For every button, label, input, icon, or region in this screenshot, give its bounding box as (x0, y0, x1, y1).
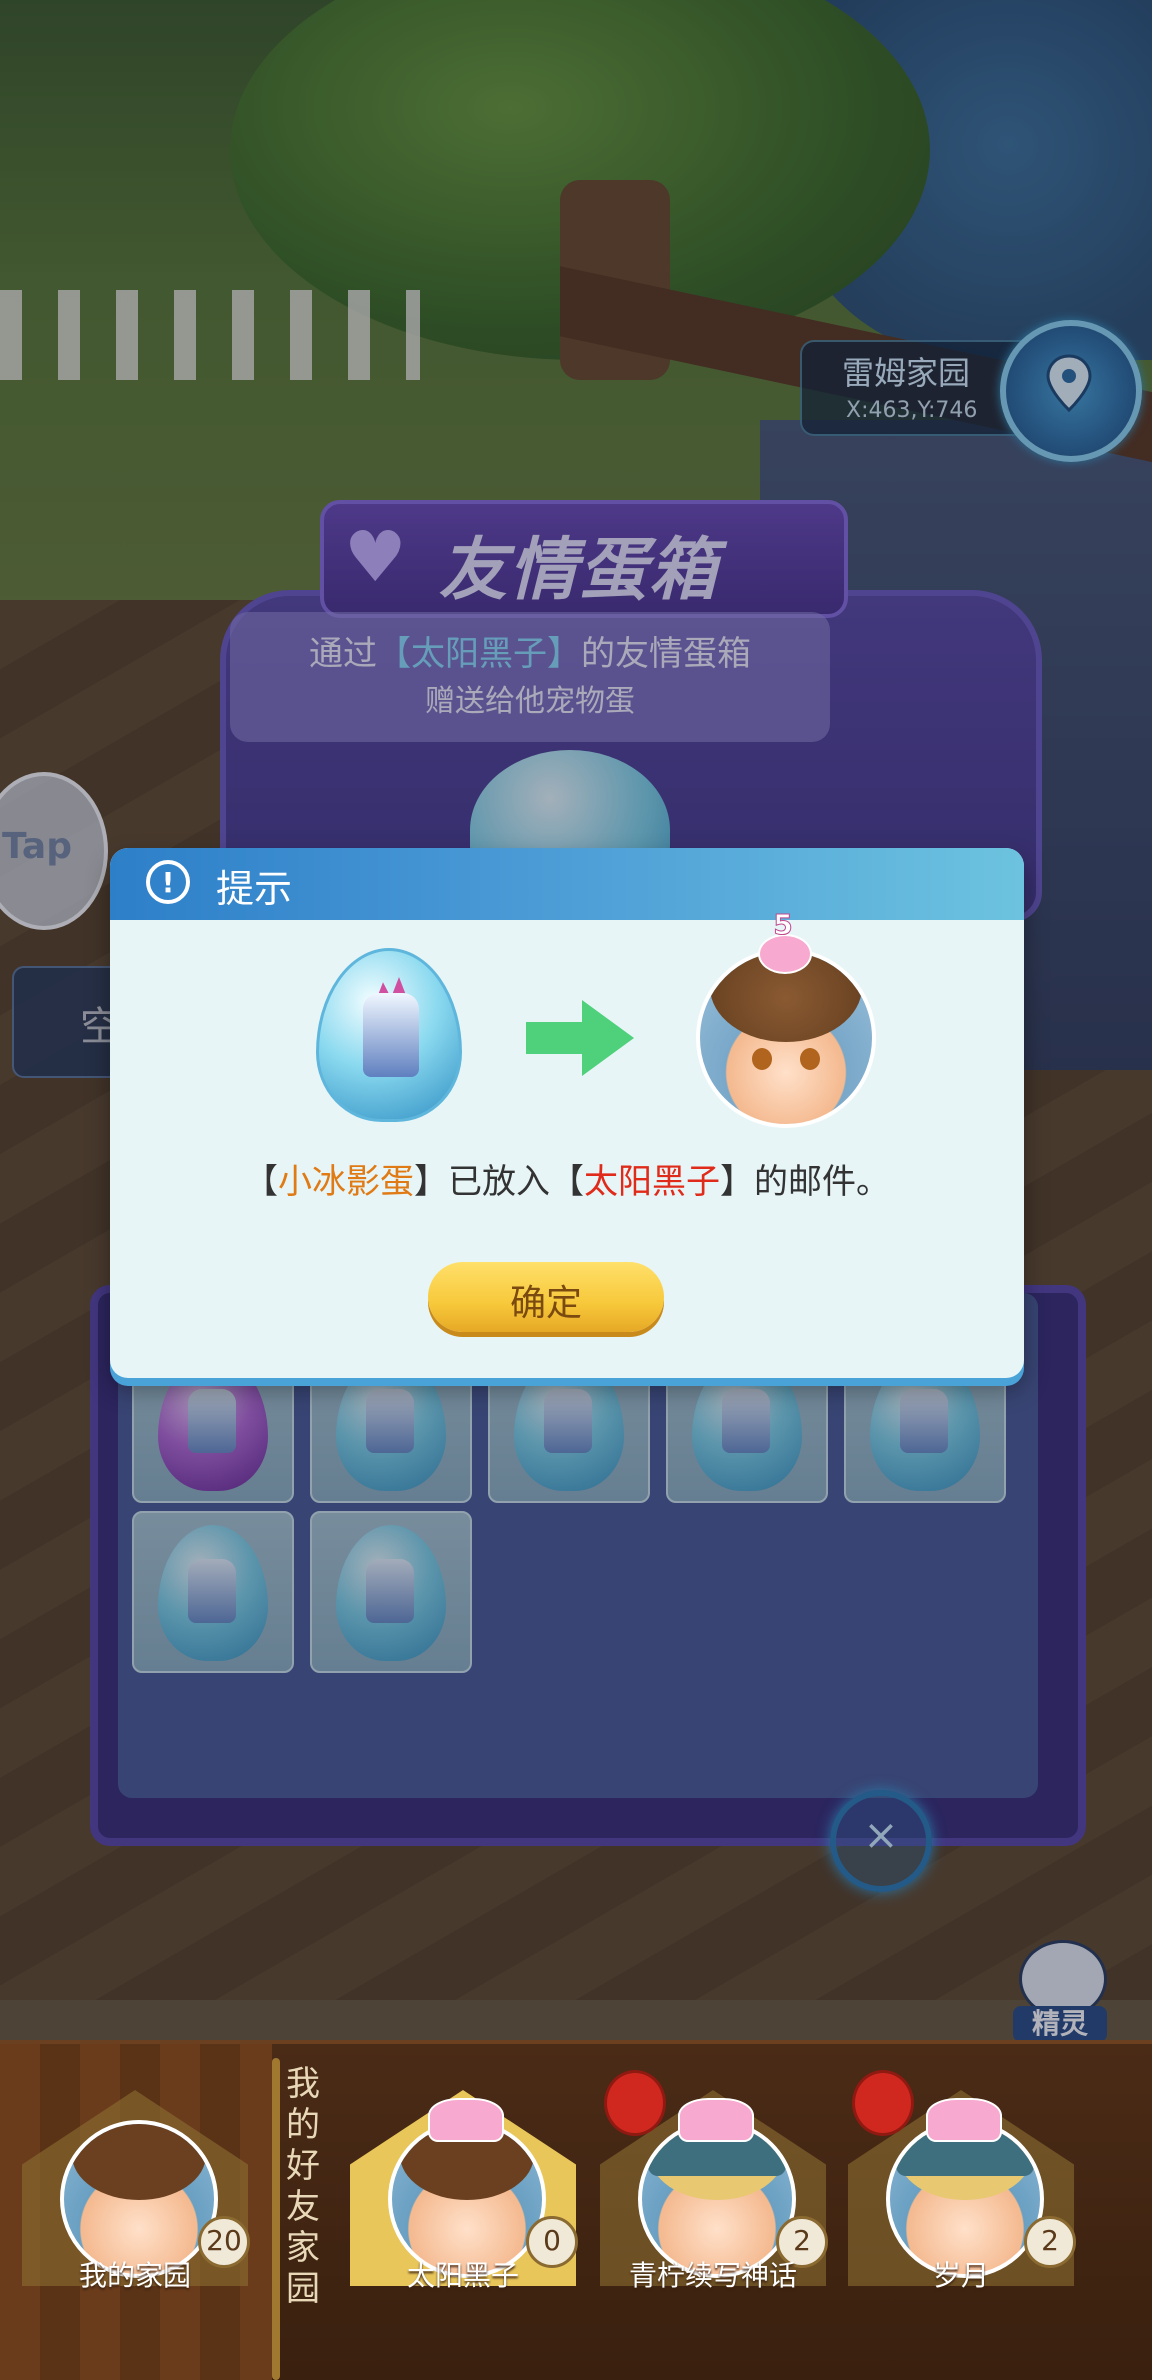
home-name: 我的家园 (78, 2259, 191, 2292)
friend-level-badge: 5 (738, 908, 828, 974)
avatar-eye (800, 1048, 820, 1070)
bar-divider (272, 2058, 280, 2380)
confirm-label: 确定 (509, 1283, 582, 1324)
boxing-glove-icon (852, 2070, 914, 2136)
home-friend-qingning[interactable]: 2 青柠续写神话 (600, 2070, 828, 2292)
alert-icon: ! (146, 860, 190, 904)
message-part: 】的邮件。 (720, 1162, 890, 1202)
home-name: 岁月 (932, 2259, 989, 2292)
friend-avatar (696, 948, 876, 1128)
home-friend-suiyue[interactable]: 2 岁月 (848, 2070, 1076, 2292)
dialog-title: 提示 (216, 867, 293, 911)
message-part: 】已放入【 (414, 1162, 584, 1202)
home-name: 青柠续写神话 (628, 2259, 797, 2292)
recipient-name: 太阳黑子 (584, 1162, 720, 1202)
avatar-hair (72, 2124, 206, 2200)
confirm-button[interactable]: 确定 (428, 1262, 664, 1332)
friend-level-number: 5 (773, 908, 793, 942)
home-my-home[interactable]: 20 我的家园 (22, 2070, 250, 2292)
message-part: 【 (244, 1162, 278, 1202)
dialog-header: ! 提示 (110, 848, 1024, 920)
avatar-eye (752, 1048, 772, 1070)
egg-pet-figure (363, 993, 419, 1077)
home-name: 太阳黑子 (406, 2259, 519, 2292)
pet-crown-icon (428, 2098, 504, 2142)
arrow-right-icon (526, 1000, 634, 1076)
pet-crown-icon (926, 2098, 1002, 2142)
dialog-message: 【小冰影蛋】已放入【太阳黑子】的邮件。 (110, 1154, 1024, 1203)
egg-name: 小冰影蛋 (278, 1162, 414, 1202)
pet-crown-icon (678, 2098, 754, 2142)
friends-section-label: 我的好友家园 (286, 2064, 320, 2309)
gift-egg-icon (316, 948, 462, 1122)
home-friend-taiyangheizi[interactable]: 0 太阳黑子 (350, 2070, 578, 2292)
boxing-glove-icon (604, 2070, 666, 2136)
friend-home-bar: 我的好友家园 20 我的家园 0 太阳黑子 2 青柠续写神话 2 岁月 (0, 2040, 1152, 2380)
hint-dialog: ! 提示 5 【小冰影蛋】已放入【太阳黑子】的邮件。 确定 (110, 848, 1024, 1378)
